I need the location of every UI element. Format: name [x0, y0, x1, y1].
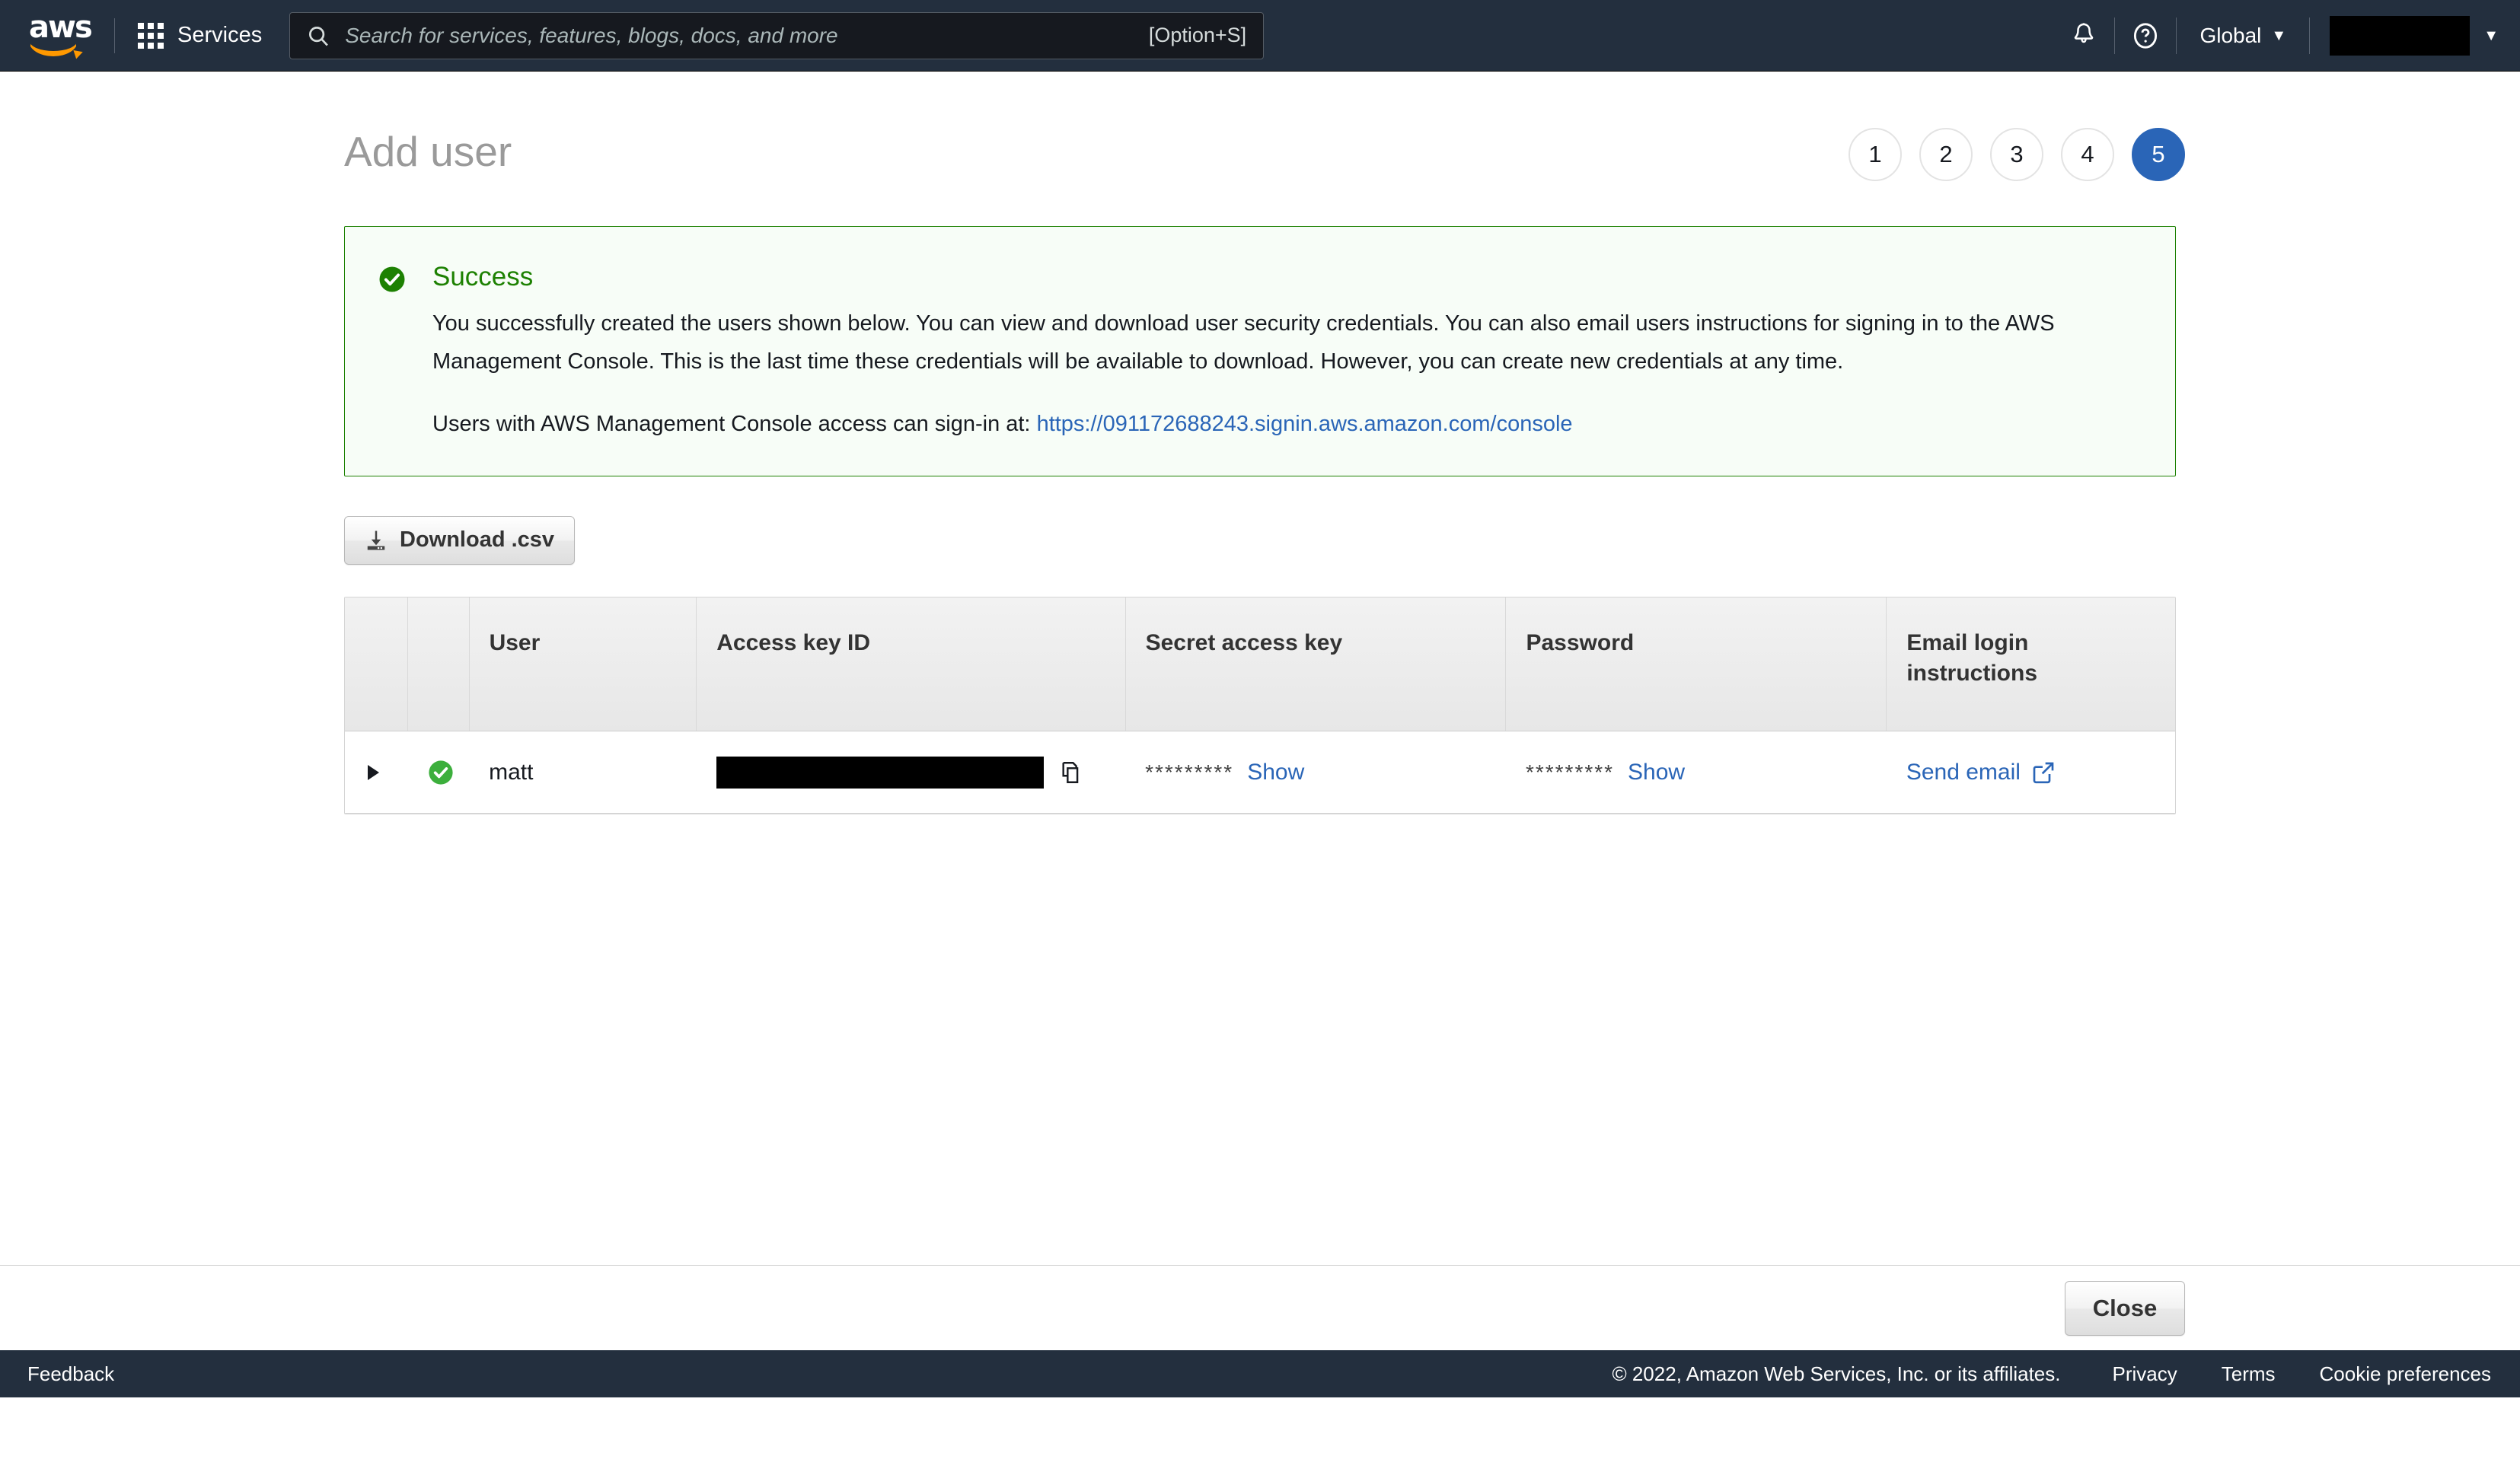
cell-password: ********* Show [1505, 731, 1887, 814]
signin-prefix: Users with AWS Management Console access… [432, 411, 1037, 436]
region-selector[interactable]: Global ▼ [2177, 0, 2309, 72]
cell-user: matt [469, 731, 697, 814]
chevron-right-icon[interactable] [368, 764, 379, 780]
success-check-icon [379, 266, 405, 292]
table-header-row: User Access key ID Secret access key Pas… [345, 597, 2175, 732]
show-password-link[interactable]: Show [1628, 760, 1685, 785]
region-label: Global [2199, 24, 2262, 47]
global-search-box[interactable]: [Option+S] [289, 11, 1265, 59]
services-menu-button[interactable]: Services [135, 18, 265, 53]
cell-email-login-instructions: Send email [1886, 731, 2175, 814]
aws-wordmark: aws [29, 9, 93, 45]
terms-link[interactable]: Terms [2222, 1362, 2276, 1386]
account-name-redacted [2330, 16, 2471, 56]
column-header-user: User [469, 597, 697, 732]
cell-secret-access-key: ********* Show [1125, 731, 1506, 814]
column-header-secret-access-key: Secret access key [1125, 597, 1507, 732]
show-secret-access-key-link[interactable]: Show [1247, 760, 1304, 785]
step-3[interactable]: 3 [1990, 128, 2043, 181]
footer-links: © 2022, Amazon Web Services, Inc. or its… [1612, 1362, 2491, 1386]
copyright-text: © 2022, Amazon Web Services, Inc. or its… [1612, 1362, 2061, 1385]
nav-right-cluster: Global ▼ ▼ [2053, 0, 2520, 72]
account-menu[interactable]: ▼ [2310, 0, 2520, 72]
search-shortcut-hint: [Option+S] [1148, 24, 1247, 46]
cell-status [407, 731, 470, 814]
action-bar: Close [0, 1265, 2520, 1350]
cell-access-key-id [696, 731, 1126, 814]
grid-icon [138, 22, 164, 49]
notifications-button[interactable] [2053, 0, 2114, 72]
alert-title: Success [432, 262, 534, 292]
page-footer: Feedback © 2022, Amazon Web Services, In… [0, 1350, 2520, 1397]
question-circle-icon [2134, 23, 2158, 49]
alert-body: Success You successfully created the use… [432, 261, 2142, 444]
bell-icon [2075, 23, 2094, 43]
top-navigation-bar: aws Services [Option+S] [0, 0, 2520, 72]
chevron-down-icon: ▼ [2483, 27, 2499, 44]
page-header: Add user 1 2 3 4 5 [0, 72, 2520, 181]
success-check-icon [429, 760, 453, 785]
send-email-label: Send email [1906, 759, 2021, 785]
secret-access-key-mask: ********* [1145, 760, 1234, 784]
chevron-down-icon: ▼ [2271, 27, 2287, 44]
nav-divider [114, 18, 115, 53]
feedback-link[interactable]: Feedback [27, 1362, 114, 1386]
alert-signin-line: Users with AWS Management Console access… [432, 406, 2077, 444]
table-row: matt ********* Show ********* Show Send … [345, 731, 2175, 814]
external-link-icon [2033, 762, 2054, 783]
aws-smile-icon [29, 41, 78, 56]
close-button[interactable]: Close [2065, 1280, 2185, 1336]
step-5[interactable]: 5 [2132, 128, 2185, 181]
column-header-access-key-id: Access key ID [696, 597, 1126, 732]
download-icon [367, 530, 385, 550]
page-content: Add user 1 2 3 4 5 Success You successfu… [0, 72, 2520, 1350]
signin-url-link[interactable]: https://091172688243.signin.aws.amazon.c… [1037, 412, 1573, 436]
step-4[interactable]: 4 [2061, 128, 2114, 181]
column-header-expand [345, 597, 409, 732]
access-key-id-redacted [716, 756, 1044, 789]
column-header-email-login-instructions: Email login instructions [1886, 597, 2175, 732]
password-mask: ********* [1525, 760, 1615, 784]
download-row: Download .csv [344, 515, 2176, 565]
success-alert: Success You successfully created the use… [344, 226, 2176, 476]
page-title: Add user [344, 128, 512, 175]
credentials-table: User Access key ID Secret access key Pas… [344, 596, 2176, 815]
search-input[interactable] [343, 22, 1137, 49]
send-email-link[interactable]: Send email [1906, 760, 2155, 785]
cell-expand[interactable] [345, 731, 408, 814]
privacy-link[interactable]: Privacy [2113, 1362, 2177, 1386]
services-label: Services [177, 23, 263, 47]
search-icon [309, 26, 329, 46]
column-header-status [407, 597, 470, 732]
copy-icon[interactable] [1059, 760, 1085, 785]
aws-logo[interactable]: aws [29, 9, 94, 57]
alert-message: You successfully created the users shown… [432, 311, 2055, 374]
column-header-password: Password [1505, 597, 1887, 732]
step-1[interactable]: 1 [1849, 128, 1902, 181]
cookie-preferences-link[interactable]: Cookie preferences [2320, 1362, 2491, 1386]
download-csv-label: Download .csv [400, 527, 555, 553]
help-button[interactable] [2115, 0, 2176, 72]
step-2[interactable]: 2 [1919, 128, 1973, 181]
step-indicator: 1 2 3 4 5 [1849, 128, 2185, 181]
download-csv-button[interactable]: Download .csv [344, 515, 576, 565]
